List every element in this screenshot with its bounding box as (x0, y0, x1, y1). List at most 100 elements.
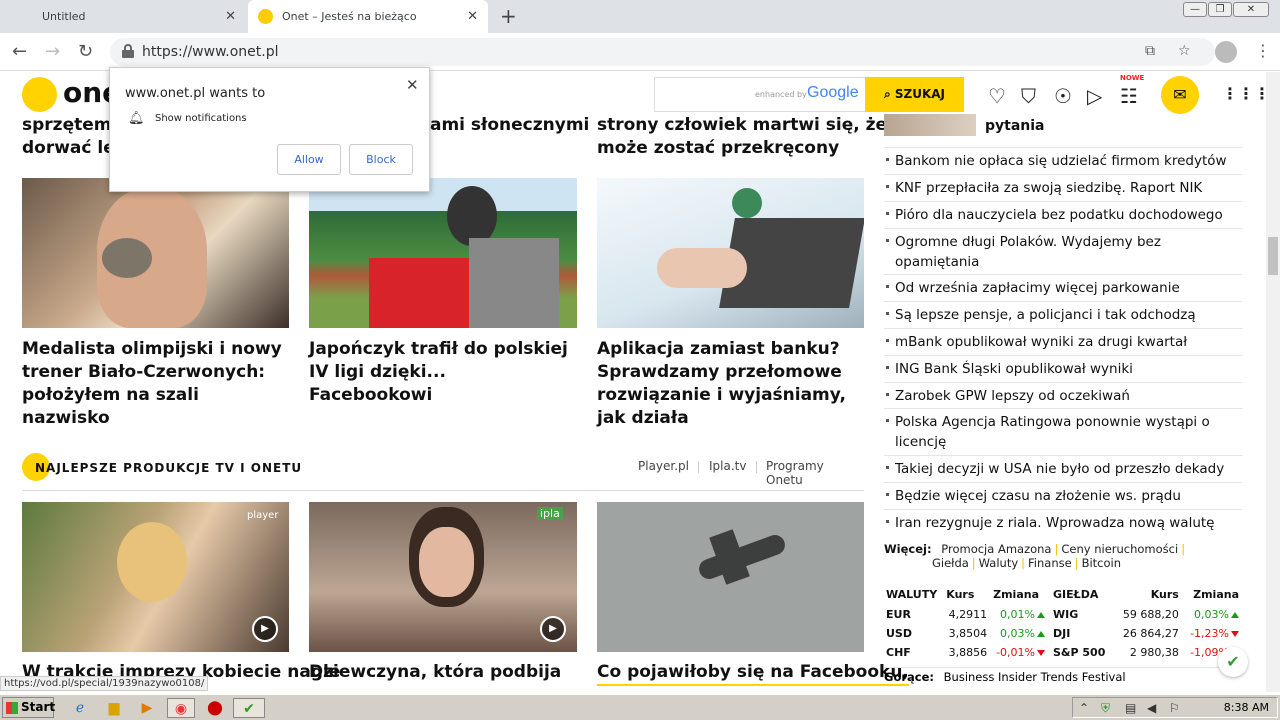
new-tab-icon[interactable]: + (500, 4, 517, 28)
onet-logo-dot[interactable] (22, 77, 57, 112)
list-item[interactable]: KNF przepłaciła za swoją siedzibę. Rapor… (884, 174, 1242, 201)
play-icon[interactable]: ▷ (1087, 84, 1102, 108)
heart-icon[interactable]: ♡ (988, 84, 1006, 108)
profile-avatar[interactable] (1215, 41, 1237, 63)
menu-kebab-icon[interactable]: ⋮ (1255, 41, 1271, 60)
currency-table: WALUTY Kurs Zmiana EUR 4,2911 0,01% USD … (883, 583, 1048, 662)
more-link[interactable]: Giełda (884, 556, 969, 570)
table-row[interactable]: S&P 500 2 980,38 -1,09% (1050, 643, 1242, 662)
chrome-taskbar-button[interactable]: ◉ (167, 698, 195, 718)
forward-icon[interactable]: → (45, 41, 60, 62)
tab-untitled[interactable]: Untitled ✕ (0, 0, 246, 33)
section-link-programy[interactable]: Programy Onetu (766, 459, 864, 487)
table-row[interactable]: CHF 3,8856 -0,01% (883, 643, 1048, 662)
list-item[interactable]: Zarobek GPW lepszy od oczekiwań (884, 382, 1242, 409)
list-item[interactable]: Pióro dla nauczyciela bez podatku dochod… (884, 201, 1242, 228)
more-link[interactable]: Bitcoin (1082, 556, 1121, 570)
list-item[interactable]: mBank opublikował wyniki za drugi kwarta… (884, 328, 1242, 355)
table-header: Zmiana (1193, 587, 1239, 601)
close-icon[interactable]: ✕ (467, 0, 478, 33)
article-title[interactable]: Medalista olimpijski i nowy trener Biało… (22, 338, 282, 430)
list-item[interactable]: Iran rezygnuje z riala. Wprowadza nową w… (884, 509, 1242, 536)
list-item[interactable]: Ogromne długi Polaków. Wydajemy bez opam… (884, 228, 1242, 275)
start-button[interactable]: Start (2, 697, 55, 718)
scrollbar[interactable] (1266, 72, 1280, 692)
section-link-ipla[interactable]: Ipla.tv (709, 459, 746, 473)
headline-fragment[interactable]: dorwać lek (22, 137, 112, 160)
article-title[interactable]: Aplikacja zamiast banku? Sprawdzamy prze… (597, 338, 862, 430)
section-title[interactable]: NAJLEPSZE PRODUKCJE TV I ONETU (35, 461, 302, 475)
list-item[interactable]: Będzie więcej czasu na złożenie ws. prąd… (884, 482, 1242, 509)
opera-icon[interactable]: ⬤ (205, 698, 225, 718)
article-title[interactable]: Japończyk trafił do polskiej IV ligi dzi… (309, 338, 574, 407)
play-icon[interactable]: ▶ (540, 616, 566, 642)
popup-title: www.onet.pl wants to (125, 86, 266, 101)
shield-check-icon[interactable]: ✔ (1218, 647, 1248, 677)
more-link[interactable]: Promocja Amazona (935, 542, 1051, 556)
allow-button[interactable]: Allow (277, 144, 341, 175)
headline-fragment[interactable]: strony człowiek martwi się, że (597, 114, 887, 137)
flag-icon[interactable]: ⚐ (1169, 701, 1180, 715)
scrollbar-thumb[interactable] (1268, 237, 1278, 275)
window-close-icon[interactable]: ✕ (1233, 2, 1269, 17)
address-bar[interactable]: https://www.onet.pl ⧉ ☆ (110, 38, 1215, 66)
close-icon[interactable]: ✕ (406, 76, 419, 94)
video-thumbnail[interactable] (597, 502, 864, 652)
security-taskbar-button[interactable]: ✔ (233, 698, 265, 718)
network-icon[interactable]: ▤ (1125, 701, 1136, 715)
tab-onet[interactable]: Onet – Jesteś na bieżąco ✕ (248, 0, 488, 33)
video-thumbnail[interactable]: ipla ▶ (309, 502, 577, 652)
headline-fragment[interactable]: może zostać przekręcony (597, 137, 839, 160)
reload-icon[interactable]: ↻ (78, 41, 93, 62)
right-headline-fragment[interactable]: pytania (985, 118, 1045, 134)
folder-icon[interactable]: ▆ (104, 698, 124, 718)
translate-icon[interactable]: ⧉ (1145, 43, 1155, 59)
media-player-icon[interactable]: ▶ (137, 698, 157, 718)
table-row[interactable]: DJI 26 864,27 -1,23% (1050, 624, 1242, 643)
table-row[interactable]: WIG 59 688,20 0,03% (1050, 605, 1242, 624)
bookmark-star-icon[interactable]: ☆ (1178, 43, 1191, 59)
block-button[interactable]: Block (349, 144, 413, 175)
article-thumbnail[interactable] (22, 178, 289, 328)
list-item[interactable]: Takiej decyzji w USA nie było od przeszł… (884, 455, 1242, 482)
ie-icon[interactable]: ℯ (70, 698, 90, 718)
list-item[interactable]: ING Bank Śląski opublikował wyniki (884, 355, 1242, 382)
apps-grid-icon[interactable]: ⋮⋮⋮ (1222, 84, 1270, 103)
play-icon[interactable]: ▶ (252, 616, 278, 642)
article-thumbnail[interactable] (597, 178, 864, 328)
mail-button[interactable]: ✉ (1161, 76, 1199, 114)
more-link[interactable]: Waluty (979, 556, 1018, 570)
table-row[interactable]: USD 3,8504 0,03% (883, 624, 1048, 643)
horoscope-icon[interactable]: ☉ (1054, 84, 1072, 108)
search-input[interactable]: enhanced by Google (654, 77, 866, 112)
list-item[interactable]: Polska Agencja Ratingowa ponownie wystąp… (884, 408, 1242, 455)
stock-change: -1,23% (1190, 627, 1229, 640)
shopping-bag-icon[interactable]: ⛉ (1021, 84, 1036, 108)
volume-icon[interactable]: ◀︎ (1147, 701, 1156, 715)
headline-fragment[interactable]: sprzętem n (22, 114, 112, 137)
video-title[interactable]: Dziewczyna, która podbija (309, 661, 561, 684)
more-link[interactable]: Ceny nieruchomości (1061, 542, 1178, 556)
search-button[interactable]: ⌕ SZUKAJ (865, 77, 964, 112)
more-link[interactable]: Finanse (1028, 556, 1072, 570)
back-icon[interactable]: ← (12, 41, 27, 62)
restore-icon[interactable]: ❐ (1208, 2, 1232, 17)
headline-fragment[interactable]: ami słonecznymi (430, 114, 589, 137)
table-row[interactable]: EUR 4,2911 0,01% (883, 605, 1048, 624)
shield-icon[interactable]: ⛨ (1101, 701, 1110, 716)
minimize-icon[interactable]: — (1183, 2, 1207, 17)
lock-icon[interactable] (122, 44, 134, 58)
clock[interactable]: 8:38 AM (1224, 701, 1269, 714)
video-title[interactable]: Co pojawiłoby się na Facebooku, (597, 661, 909, 686)
list-item[interactable]: Bankom nie opłaca się udzielać firmom kr… (884, 147, 1242, 174)
right-thumbnail[interactable] (884, 114, 976, 136)
section-link-player[interactable]: Player.pl (638, 459, 689, 473)
chevron-up-icon[interactable]: ⌃ (1079, 701, 1089, 715)
list-item[interactable]: Są lepsze pensje, a policjanci i tak odc… (884, 301, 1242, 328)
hot-link[interactable]: Business Insider Trends Festival (938, 670, 1126, 684)
video-thumbnail[interactable]: player ▶ (22, 502, 289, 652)
close-icon[interactable]: ✕ (225, 0, 236, 33)
id-card-icon[interactable]: ☷ (1120, 84, 1138, 108)
article-thumbnail[interactable] (309, 178, 577, 328)
list-item[interactable]: Od września zapłacimy więcej parkowanie (884, 274, 1242, 301)
